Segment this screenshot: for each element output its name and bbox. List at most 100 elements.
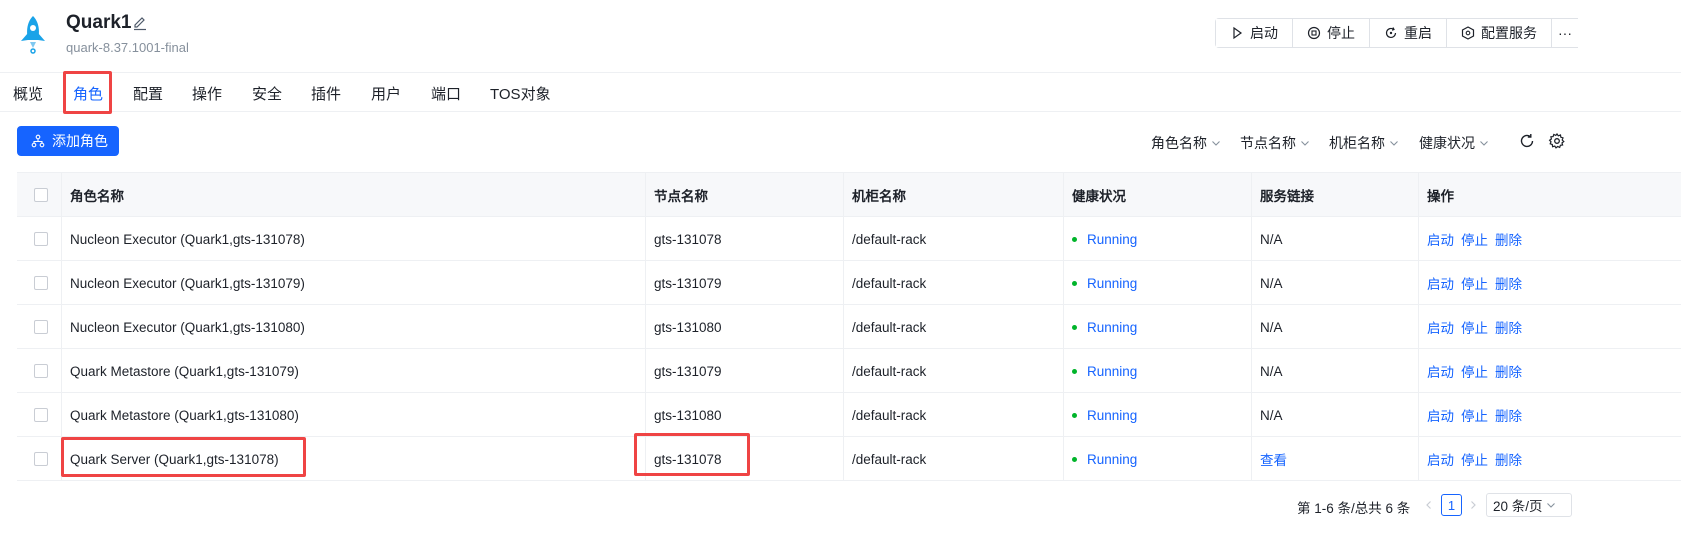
tab-config[interactable]: 配置 xyxy=(133,83,163,104)
tab-overview[interactable]: 概览 xyxy=(13,83,43,104)
column-divider xyxy=(1063,349,1064,393)
service-link-cell: N/A xyxy=(1260,275,1283,291)
tab-tos-objects[interactable]: TOS对象 xyxy=(490,83,551,104)
chevron-right-icon[interactable] xyxy=(1467,499,1479,511)
tab-plugins[interactable]: 插件 xyxy=(311,83,341,104)
edit-icon[interactable] xyxy=(132,15,148,31)
row-delete-link[interactable]: 删除 xyxy=(1495,449,1522,469)
restart-icon xyxy=(1385,27,1397,39)
column-divider xyxy=(843,305,844,349)
row-checkbox[interactable] xyxy=(34,320,48,334)
service-link-cell: N/A xyxy=(1260,407,1283,423)
row-stop-link[interactable]: 停止 xyxy=(1461,317,1488,337)
filter-health-status[interactable]: 健康状况 xyxy=(1419,133,1489,153)
row-start-link[interactable]: 启动 xyxy=(1427,317,1454,337)
restart-service-button[interactable]: 重启 xyxy=(1370,19,1447,47)
column-divider xyxy=(1063,261,1064,305)
row-delete-link[interactable]: 删除 xyxy=(1495,317,1522,337)
start-service-button[interactable]: 启动 xyxy=(1216,19,1293,47)
row-actions-cell: 启动 停止 删除 xyxy=(1427,437,1529,481)
column-divider xyxy=(1418,305,1419,349)
service-link-cell: 查看 xyxy=(1260,437,1294,481)
health-status-text: Running xyxy=(1087,451,1138,467)
rack-name-cell: /default-rack xyxy=(852,363,927,379)
row-stop-link[interactable]: 停止 xyxy=(1461,361,1488,381)
column-divider xyxy=(61,393,62,437)
page-header: Quark1 quark-8.37.1001-final 启动 停止 重启 配置… xyxy=(0,0,1681,73)
row-actions-cell: 启动 停止 删除 xyxy=(1427,393,1529,437)
row-stop-link[interactable]: 停止 xyxy=(1461,449,1488,469)
health-status-text: Running xyxy=(1087,363,1138,379)
row-start-link[interactable]: 启动 xyxy=(1427,273,1454,293)
page-size-select[interactable]: 20 条/页 xyxy=(1486,493,1572,517)
row-stop-link[interactable]: 停止 xyxy=(1461,405,1488,425)
column-divider xyxy=(645,349,646,393)
row-stop-link[interactable]: 停止 xyxy=(1461,229,1488,249)
row-delete-link[interactable]: 删除 xyxy=(1495,361,1522,381)
column-header-node-name: 节点名称 xyxy=(654,189,708,204)
role-name-cell: Nucleon Executor (Quark1,gts-131079) xyxy=(70,275,305,291)
tab-security[interactable]: 安全 xyxy=(252,83,282,104)
row-delete-link[interactable]: 删除 xyxy=(1495,273,1522,293)
column-header-actions: 操作 xyxy=(1427,189,1454,204)
filter-rack-name[interactable]: 机柜名称 xyxy=(1329,133,1399,153)
health-status-cell: Running xyxy=(1072,393,1137,437)
status-dot-icon xyxy=(1072,236,1077,242)
configure-service-button[interactable]: 配置服务 xyxy=(1447,19,1552,47)
chevron-down-icon xyxy=(1212,141,1220,146)
column-divider xyxy=(645,393,646,437)
filter-health-status-label: 健康状况 xyxy=(1419,135,1475,151)
column-divider xyxy=(1251,305,1252,349)
node-name-cell: gts-131080 xyxy=(654,407,722,423)
row-checkbox[interactable] xyxy=(34,232,48,246)
service-link-cell: N/A xyxy=(1260,231,1283,247)
service-title: Quark1 xyxy=(66,12,132,33)
filter-role-name[interactable]: 角色名称 xyxy=(1151,133,1221,153)
view-service-link[interactable]: 查看 xyxy=(1260,449,1287,469)
filter-node-name[interactable]: 节点名称 xyxy=(1240,133,1310,153)
row-checkbox[interactable] xyxy=(34,364,48,378)
row-actions-cell: 启动 停止 删除 xyxy=(1427,305,1529,349)
row-checkbox[interactable] xyxy=(34,276,48,290)
row-start-link[interactable]: 启动 xyxy=(1427,405,1454,425)
column-divider xyxy=(1063,393,1064,437)
row-checkbox[interactable] xyxy=(34,408,48,422)
row-start-link[interactable]: 启动 xyxy=(1427,361,1454,381)
page-number-current[interactable]: 1 xyxy=(1441,494,1462,516)
tab-users[interactable]: 用户 xyxy=(371,83,401,104)
add-role-button[interactable]: 添加角色 xyxy=(17,126,119,156)
more-actions-button[interactable]: ··· xyxy=(1552,19,1578,47)
table-row: Nucleon Executor (Quark1,gts-131080) gts… xyxy=(17,305,1681,349)
row-stop-link[interactable]: 停止 xyxy=(1461,273,1488,293)
role-name-cell: Nucleon Executor (Quark1,gts-131080) xyxy=(70,319,305,335)
stop-service-button[interactable]: 停止 xyxy=(1293,19,1370,47)
row-delete-link[interactable]: 删除 xyxy=(1495,405,1522,425)
row-delete-link[interactable]: 删除 xyxy=(1495,229,1522,249)
page-size-value: 20 条/页 xyxy=(1493,499,1543,514)
health-status-cell: Running xyxy=(1072,349,1137,393)
select-all-checkbox[interactable] xyxy=(34,188,48,202)
chevron-left-icon[interactable] xyxy=(1423,499,1435,511)
gear-icon[interactable] xyxy=(1548,132,1566,150)
tab-ports[interactable]: 端口 xyxy=(431,83,461,104)
configure-service-label: 配置服务 xyxy=(1481,25,1537,41)
play-icon xyxy=(1233,26,1243,40)
status-dot-icon xyxy=(1072,324,1077,330)
tab-operations[interactable]: 操作 xyxy=(192,83,222,104)
role-name-cell: Quark Metastore (Quark1,gts-131079) xyxy=(70,363,299,379)
column-divider xyxy=(1418,261,1419,305)
column-divider xyxy=(61,173,62,217)
column-divider xyxy=(1418,437,1419,481)
service-action-group: 启动 停止 重启 配置服务 ··· xyxy=(1215,18,1578,48)
column-divider xyxy=(61,217,62,261)
column-divider xyxy=(843,437,844,481)
rack-name-cell: /default-rack xyxy=(852,407,927,423)
row-start-link[interactable]: 启动 xyxy=(1427,229,1454,249)
row-start-link[interactable]: 启动 xyxy=(1427,449,1454,469)
refresh-icon[interactable] xyxy=(1518,132,1536,150)
service-link-cell: N/A xyxy=(1260,363,1283,379)
add-role-icon xyxy=(31,134,45,148)
health-status-cell: Running xyxy=(1072,217,1137,261)
pagination-summary: 第 1-6 条/总共 6 条 xyxy=(1297,501,1411,516)
row-checkbox[interactable] xyxy=(34,452,48,466)
